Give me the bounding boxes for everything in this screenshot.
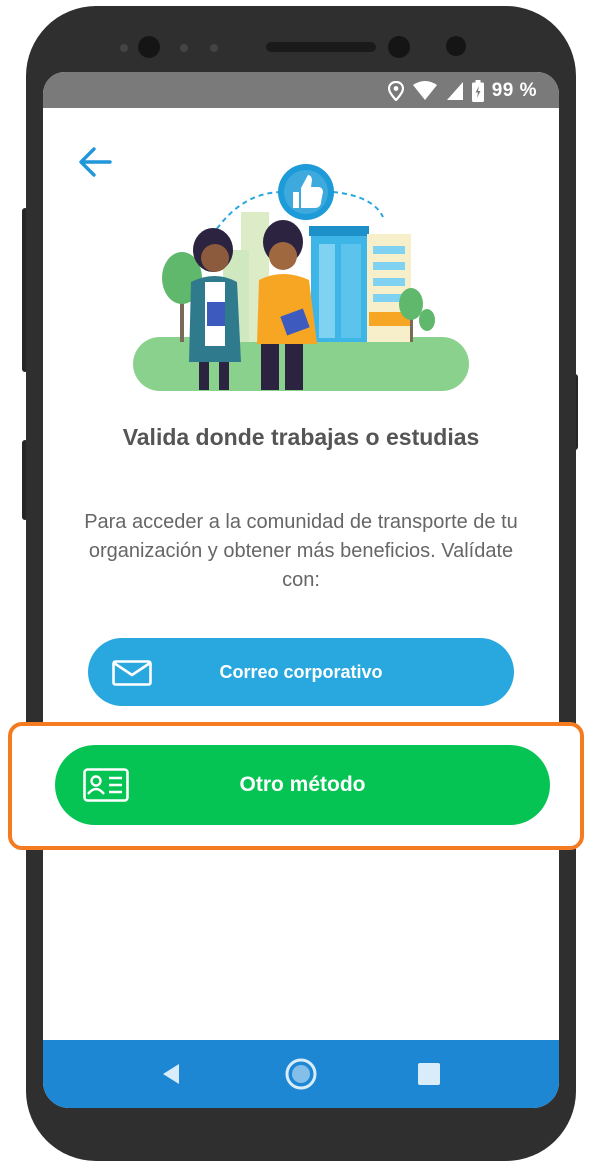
status-bar: 99 % xyxy=(43,72,559,108)
front-camera xyxy=(138,36,160,58)
signal-icon xyxy=(446,82,463,100)
validation-illustration xyxy=(133,164,469,391)
battery-percentage: 99 % xyxy=(491,80,537,101)
nav-home-button[interactable] xyxy=(271,1040,331,1108)
nav-recents-button[interactable] xyxy=(399,1040,459,1108)
triangle-back-icon xyxy=(163,1064,179,1084)
page-description: Para acceder a la comunidad de transport… xyxy=(84,511,518,591)
other-method-button[interactable]: Otro método xyxy=(55,745,550,825)
page-title: Valida donde trabajas o estudias xyxy=(122,424,480,450)
back-button[interactable] xyxy=(77,144,117,180)
sensor-dot xyxy=(180,44,188,52)
sensor-dot xyxy=(120,44,128,52)
arrow-left-icon xyxy=(79,147,112,177)
front-camera xyxy=(388,36,410,58)
corporate-email-button[interactable]: Correo corporativo xyxy=(88,638,514,706)
square-recents-icon xyxy=(418,1063,440,1085)
corporate-email-label: Correo corporativo xyxy=(219,662,383,682)
android-nav-bar xyxy=(43,1040,559,1108)
earpiece-speaker xyxy=(266,42,376,52)
app-screen: 99 % Valida donde trabajas o estudias Pa… xyxy=(43,72,559,1108)
wifi-icon xyxy=(412,81,437,100)
location-icon xyxy=(387,81,404,101)
nav-back-button[interactable] xyxy=(141,1040,201,1108)
other-method-label: Otro método xyxy=(239,773,366,796)
front-sensor xyxy=(446,36,466,56)
battery-icon xyxy=(471,80,484,102)
circle-home-icon xyxy=(285,1058,317,1090)
sensor-dot xyxy=(210,44,218,52)
